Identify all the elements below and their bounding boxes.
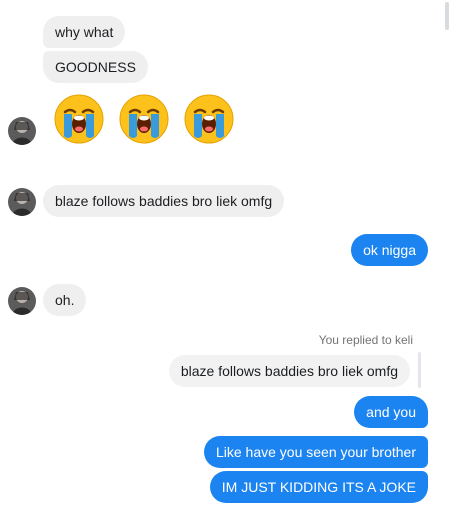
quoted-message[interactable]: blaze follows baddies bro liek omfg [168,355,410,387]
loudly-crying-face-icon [54,94,104,144]
outgoing-message[interactable]: IM JUST KIDDING ITS A JOKE [209,471,428,503]
incoming-message[interactable]: oh. [43,284,87,316]
incoming-message[interactable]: blaze follows baddies bro liek omfg [43,185,285,217]
incoming-message[interactable]: GOODNESS [43,51,148,83]
avatar[interactable] [8,117,36,145]
quote-bar [418,352,421,388]
avatar[interactable] [8,287,36,315]
outgoing-message[interactable]: Like have you seen your brother [203,436,428,468]
loudly-crying-face-icon [119,94,169,144]
scrollbar[interactable] [441,0,451,513]
reply-context-label: You replied to keli [318,333,413,347]
loudly-crying-face-icon [184,94,234,144]
avatar[interactable] [8,188,36,216]
scrollbar-thumb[interactable] [445,2,449,30]
outgoing-message[interactable]: ok nigga [351,234,428,266]
outgoing-message[interactable]: and you [354,396,428,428]
incoming-message[interactable]: why what [43,16,126,48]
